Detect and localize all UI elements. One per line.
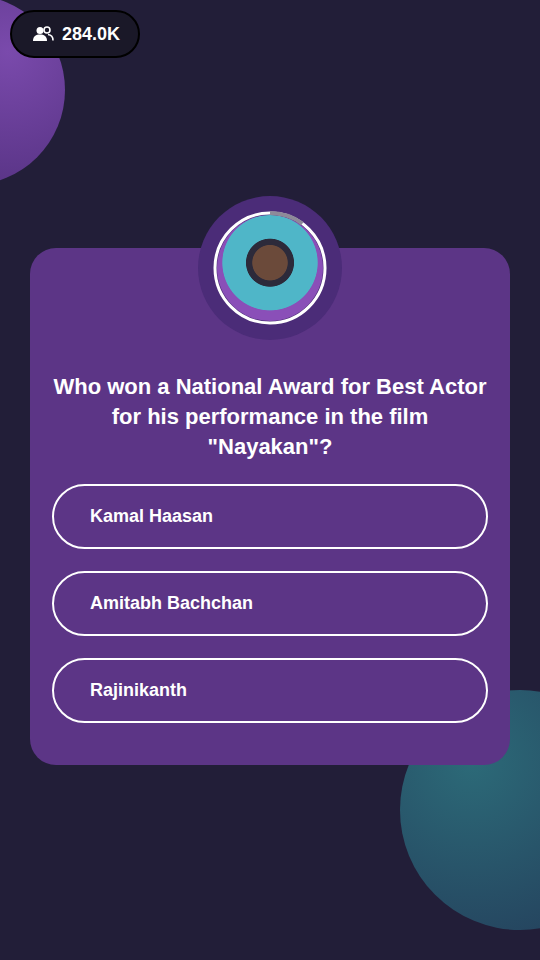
timer-ring-icon (208, 206, 332, 330)
question-text: Who won a National Award for Best Actor … (30, 372, 510, 462)
answer-option[interactable]: Rajinikanth (52, 658, 488, 723)
host-video (217, 215, 323, 321)
question-card: Who won a National Award for Best Actor … (30, 248, 510, 765)
host-avatar (198, 196, 342, 340)
answer-option[interactable]: Kamal Haasan (52, 484, 488, 549)
answer-option[interactable]: Amitabh Bachchan (52, 571, 488, 636)
quiz-screen: 284.0K Who won a National Award for Best … (0, 0, 540, 960)
top-bar: 284.0K (0, 0, 540, 58)
people-icon (32, 26, 54, 42)
viewer-count: 284.0K (10, 10, 140, 58)
options-list: Kamal Haasan Amitabh Bachchan Rajinikanth (52, 484, 488, 723)
